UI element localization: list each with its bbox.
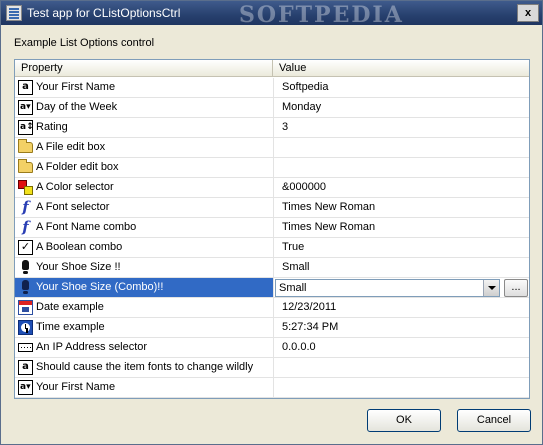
property-label: Time example [36,321,105,333]
dialog-window: Test app for CListOptionsCtrl SOFTPEDIA … [0,0,543,445]
combo-icon: a▾ [18,100,33,115]
column-header-value[interactable]: Value [273,60,529,77]
property-cell[interactable]: Your Shoe Size (Combo)!! [15,278,274,297]
property-cell[interactable]: f A Font selector [15,198,274,217]
value-combo-box[interactable]: Small [275,279,500,297]
property-label: A Font Name combo [36,221,137,233]
value-cell[interactable]: Small [282,261,310,273]
list-row[interactable]: a▾ Day of the Week Monday [15,98,529,118]
list-row[interactable]: a▾ Your First Name [15,378,529,398]
list-row[interactable]: ✓ A Boolean combo True [15,238,529,258]
dialog-client-area: Example List Options control Property Va… [2,25,541,444]
list-row[interactable]: A File edit box [15,138,529,158]
checkbox-icon: ✓ [18,240,33,255]
value-cell[interactable]: 3 [282,121,288,133]
shoe-icon [18,280,33,295]
value-cell[interactable]: 5:27:34 PM [282,321,338,333]
folder-icon [18,159,33,173]
shoe-icon [18,260,33,275]
list-header: Property Value [15,60,529,77]
title-bar[interactable]: Test app for CListOptionsCtrl SOFTPEDIA … [1,1,542,28]
list-row[interactable]: f A Font Name combo Times New Roman [15,218,529,238]
color-icon [18,180,33,195]
property-label: Should cause the item fonts to change wi… [36,361,254,373]
property-cell[interactable]: a↕ Rating [15,118,274,137]
property-label: A Folder edit box [36,161,119,173]
clock-icon [18,320,33,335]
property-label: Rating [36,121,68,133]
font-icon: f [22,198,29,216]
property-cell[interactable]: A Folder edit box [15,158,274,177]
ok-button[interactable]: OK [367,409,441,432]
property-label: An IP Address selector [36,341,148,353]
list-row[interactable]: a Should cause the item fonts to change w… [15,358,529,378]
list-row[interactable]: A Folder edit box [15,158,529,178]
list-row[interactable]: Time example 5:27:34 PM [15,318,529,338]
column-header-property[interactable]: Property [15,60,273,77]
font-icon: f [22,218,29,236]
property-cell[interactable]: a▾ Your First Name [15,378,274,397]
property-label: Your First Name [36,81,116,93]
list-row[interactable]: f A Font selector Times New Roman [15,198,529,218]
property-label: A Boolean combo [36,241,123,253]
property-cell[interactable]: A Color selector [15,178,274,197]
property-cell[interactable]: Date example [15,298,274,317]
folder-icon [18,139,33,153]
cancel-button[interactable]: Cancel [457,409,531,432]
text-icon: a [18,360,33,375]
property-label: Your First Name [36,381,116,393]
property-cell[interactable]: a Should cause the item fonts to change w… [15,358,274,377]
ellipsis-button[interactable]: ... [504,279,528,297]
value-cell[interactable]: Times New Roman [282,221,375,233]
property-label: A File edit box [36,141,106,153]
property-cell[interactable]: Your Shoe Size !! [15,258,274,277]
value-cell[interactable]: True [282,241,304,253]
value-cell[interactable]: Times New Roman [282,201,375,213]
list-row[interactable]: a Your First Name Softpedia [15,78,529,98]
window-title: Test app for CListOptionsCtrl [27,6,181,20]
property-label: Your Shoe Size (Combo)!! [36,281,164,293]
chevron-down-icon[interactable] [483,280,499,296]
value-cell[interactable]: Monday [282,101,321,113]
list-row[interactable]: A Color selector &000000 [15,178,529,198]
app-icon [6,5,22,21]
property-cell[interactable]: A File edit box [15,138,274,157]
property-cell[interactable]: Time example [15,318,274,337]
property-cell[interactable]: f A Font Name combo [15,218,274,237]
list-row[interactable]: Date example 12/23/2011 [15,298,529,318]
value-cell[interactable]: Softpedia [282,81,328,93]
property-cell[interactable]: ✓ A Boolean combo [15,238,274,257]
list-caption: Example List Options control [14,37,155,49]
text-icon: a [18,80,33,95]
list-row[interactable]: Your Shoe Size !! Small [15,258,529,278]
property-label: A Color selector [36,181,114,193]
spin-icon: a↕ [18,120,34,135]
close-button[interactable]: x [517,4,539,22]
value-cell[interactable]: &000000 [282,181,326,193]
calendar-icon [18,300,33,315]
property-label: A Font selector [36,201,110,213]
combo-value: Small [279,282,307,294]
property-label: Date example [36,301,104,313]
list-row[interactable]: An IP Address selector 0.0.0.0 [15,338,529,358]
property-label: Your Shoe Size !! [36,261,121,273]
property-label: Day of the Week [36,101,118,113]
value-cell[interactable]: 12/23/2011 [282,301,336,313]
ip-icon [18,343,33,352]
property-cell[interactable]: a Your First Name [15,78,274,97]
list-row-selected[interactable]: Your Shoe Size (Combo)!! Small... [15,278,529,298]
list-options-control[interactable]: Property Value a Your First Name Softpedia… [14,59,530,399]
combo-icon: a▾ [18,380,33,395]
property-cell[interactable]: An IP Address selector [15,338,274,357]
value-cell[interactable]: 0.0.0.0 [282,341,316,353]
property-cell[interactable]: a▾ Day of the Week [15,98,274,117]
list-row[interactable]: a↕ Rating 3 [15,118,529,138]
